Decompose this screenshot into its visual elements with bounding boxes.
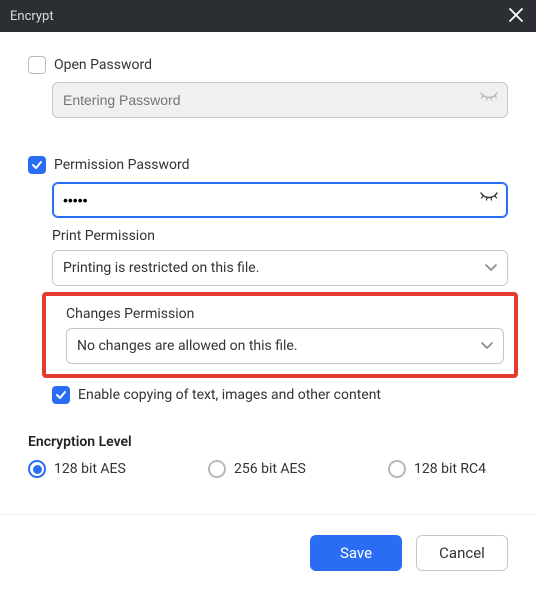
- cancel-button[interactable]: Cancel: [416, 535, 508, 571]
- print-permission-select[interactable]: Printing is restricted on this file.: [52, 250, 508, 286]
- permission-password-row: Permission Password: [28, 156, 508, 174]
- footer-separator: [0, 514, 536, 515]
- radio-label: 256 bit AES: [234, 461, 306, 477]
- encryption-level-label: Encryption Level: [28, 434, 508, 450]
- titlebar: Encrypt: [0, 0, 536, 32]
- eye-hidden-icon[interactable]: [480, 92, 498, 108]
- radio-128-aes[interactable]: 128 bit AES: [28, 460, 208, 478]
- dialog-footer: Save Cancel: [310, 535, 508, 571]
- radio-label: 128 bit AES: [54, 461, 126, 477]
- print-permission-value: Printing is restricted on this file.: [63, 260, 259, 276]
- open-password-row: Open Password: [28, 56, 508, 74]
- changes-permission-highlight: Changes Permission No changes are allowe…: [42, 292, 518, 378]
- changes-permission-value: No changes are allowed on this file.: [77, 338, 298, 354]
- enable-copy-label: Enable copying of text, images and other…: [78, 387, 381, 403]
- permission-password-label: Permission Password: [54, 157, 189, 173]
- changes-permission-select[interactable]: No changes are allowed on this file.: [66, 328, 504, 364]
- eye-hidden-icon[interactable]: [480, 192, 498, 208]
- dialog-content: Open Password Permission Password Print …: [0, 32, 536, 478]
- permission-password-checkbox[interactable]: [28, 156, 46, 174]
- permission-password-field-wrap: Print Permission Printing is restricted …: [52, 182, 508, 286]
- radio-icon: [208, 460, 226, 478]
- radio-256-aes[interactable]: 256 bit AES: [208, 460, 388, 478]
- changes-permission-label: Changes Permission: [66, 306, 504, 322]
- enable-copy-checkbox[interactable]: [52, 386, 70, 404]
- print-permission-label: Print Permission: [52, 228, 508, 244]
- permission-password-input[interactable]: [52, 182, 508, 218]
- encryption-level-group: 128 bit AES 256 bit AES 128 bit RC4: [28, 460, 508, 478]
- chevron-down-icon: [481, 338, 493, 354]
- save-button[interactable]: Save: [310, 535, 402, 571]
- open-password-field-wrap: [52, 82, 508, 118]
- enable-copy-row: Enable copying of text, images and other…: [52, 386, 508, 404]
- radio-icon: [28, 460, 46, 478]
- open-password-input[interactable]: [52, 82, 508, 118]
- open-password-label: Open Password: [54, 57, 152, 73]
- window-title: Encrypt: [10, 9, 54, 24]
- radio-128-rc4[interactable]: 128 bit RC4: [388, 460, 486, 478]
- close-icon[interactable]: [506, 7, 526, 26]
- chevron-down-icon: [485, 260, 497, 276]
- radio-label: 128 bit RC4: [414, 461, 486, 477]
- open-password-checkbox[interactable]: [28, 56, 46, 74]
- radio-icon: [388, 460, 406, 478]
